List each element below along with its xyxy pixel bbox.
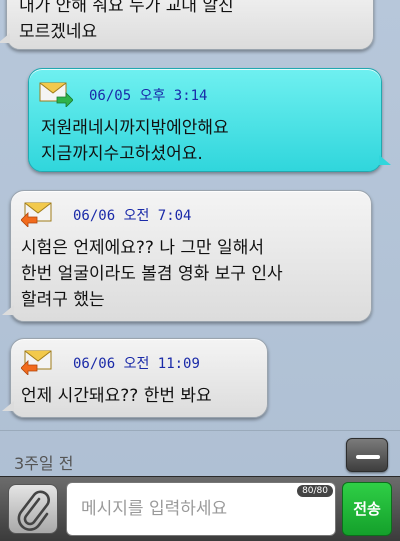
message-line: 모르겠네요 [19,22,98,42]
message-input-wrapper: 80/80 [66,482,336,536]
message-input[interactable] [67,483,335,535]
message-bubble-incoming[interactable]: 06/06 오전 11:09 언제 시간돼요?? 한번 봐요 [2,338,268,418]
message-text: 시험은 언제에요?? 나 그만 일해서 한번 얼굴이라도 볼겸 영화 보구 인사… [21,235,283,313]
message-text: 언제 시간돼요?? 한번 봐요 [21,383,212,409]
message-text: 저원래네시까지밖에안해요 지금까지수고하셨어요. [41,115,229,167]
paperclip-icon [17,490,50,531]
send-button[interactable]: 전송 [342,482,392,536]
message-text: 내가 안해 줘요 누가 교대 알진 모르겠네요 [19,0,234,45]
message-timestamp: 06/06 오전 7:04 [73,208,192,224]
message-line: 내가 안해 줘요 누가 교대 알진 [19,0,234,16]
time-ago-label: 3주일 전 [14,454,74,473]
message-line: 할려구 했는 [21,290,105,310]
attach-button[interactable] [8,484,58,534]
message-bubble-incoming[interactable]: 06/06 오전 7:04 시험은 언제에요?? 나 그만 일해서 한번 얼굴이… [2,190,372,322]
composer-bar: 80/80 전송 [0,476,400,541]
mail-received-icon [21,202,52,227]
message-timestamp: 06/05 오후 3:14 [89,88,208,104]
message-bubble-outgoing[interactable]: 06/05 오후 3:14 저원래네시까지밖에안해요 지금까지수고하셨어요. [28,68,391,172]
minus-icon [356,455,380,459]
message-bubble-incoming[interactable]: 내가 안해 줘요 누가 교대 알진 모르겠네요 [0,0,374,50]
char-count-badge: 80/80 [297,485,333,497]
message-timestamp: 06/06 오전 11:09 [73,356,200,372]
message-line: 언제 시간돼요?? 한번 봐요 [21,386,212,406]
mail-received-icon [21,350,52,375]
message-line: 지금까지수고하셨어요. [41,144,203,164]
message-line: 저원래네시까지밖에안해요 [41,118,229,138]
mail-sent-icon [39,82,73,107]
thread-divider [0,430,400,431]
message-line: 시험은 언제에요?? 나 그만 일해서 [21,238,264,258]
collapse-button[interactable] [346,438,388,472]
message-thread[interactable]: 내가 안해 줘요 누가 교대 알진 모르겠네요 06/05 오후 3:14 저원… [0,0,400,430]
message-line: 한번 얼굴이라도 볼겸 영화 보구 인사 [21,264,283,284]
